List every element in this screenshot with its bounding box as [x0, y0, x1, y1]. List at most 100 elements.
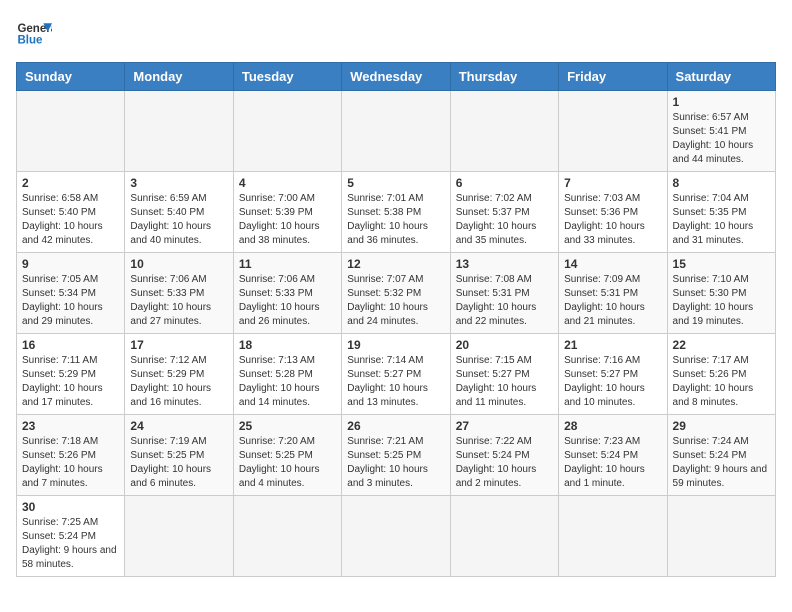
day-info: Sunrise: 7:15 AM Sunset: 5:27 PM Dayligh… — [456, 354, 553, 410]
day-info: Sunrise: 7:23 AM Sunset: 5:24 PM Dayligh… — [564, 435, 661, 491]
day-info: Sunrise: 7:21 AM Sunset: 5:25 PM Dayligh… — [347, 435, 444, 491]
header: General Blue — [16, 16, 776, 52]
day-info: Sunrise: 7:16 AM Sunset: 5:27 PM Dayligh… — [564, 354, 661, 410]
calendar-day-cell: 13Sunrise: 7:08 AM Sunset: 5:31 PM Dayli… — [450, 253, 558, 334]
calendar-day-cell — [450, 91, 558, 172]
day-number: 18 — [239, 338, 336, 352]
calendar-day-cell: 15Sunrise: 7:10 AM Sunset: 5:30 PM Dayli… — [667, 253, 775, 334]
calendar-day-cell: 7 Sunrise: 7:03 AM Sunset: 5:36 PM Daylig… — [559, 172, 667, 253]
day-info: Sunrise: 7:25 AM Sunset: 5:24 PM Dayligh… — [22, 516, 119, 572]
day-info: Sunrise: 7:19 AM Sunset: 5:25 PM Dayligh… — [130, 435, 227, 491]
day-number: 4 — [239, 176, 336, 190]
calendar-day-cell: 8 Sunrise: 7:04 AM Sunset: 5:35 PM Daylig… — [667, 172, 775, 253]
day-number: 21 — [564, 338, 661, 352]
day-info: Sunrise: 7:24 AM Sunset: 5:24 PM Dayligh… — [673, 435, 770, 491]
calendar-day-cell — [125, 496, 233, 577]
calendar-day-cell — [233, 496, 341, 577]
day-number: 28 — [564, 419, 661, 433]
day-info: Sunrise: 7:03 AM Sunset: 5:36 PM Dayligh… — [564, 192, 661, 248]
day-info: Sunrise: 7:06 AM Sunset: 5:33 PM Dayligh… — [130, 273, 227, 329]
calendar-day-cell — [559, 496, 667, 577]
calendar-day-cell: 3 Sunrise: 6:59 AM Sunset: 5:40 PM Daylig… — [125, 172, 233, 253]
day-number: 2 — [22, 176, 119, 190]
day-number: 7 — [564, 176, 661, 190]
day-info: Sunrise: 6:58 AM Sunset: 5:40 PM Dayligh… — [22, 192, 119, 248]
day-info: Sunrise: 7:22 AM Sunset: 5:24 PM Dayligh… — [456, 435, 553, 491]
day-number: 3 — [130, 176, 227, 190]
day-number: 9 — [22, 257, 119, 271]
calendar-day-cell: 19 Sunrise: 7:14 AM Sunset: 5:27 PM Dayli… — [342, 334, 450, 415]
calendar-day-cell — [342, 91, 450, 172]
calendar-day-cell: 29Sunrise: 7:24 AM Sunset: 5:24 PM Dayli… — [667, 415, 775, 496]
day-info: Sunrise: 7:01 AM Sunset: 5:38 PM Dayligh… — [347, 192, 444, 248]
calendar-day-cell: 21 Sunrise: 7:16 AM Sunset: 5:27 PM Dayli… — [559, 334, 667, 415]
calendar-table: SundayMondayTuesdayWednesdayThursdayFrid… — [16, 62, 776, 577]
calendar-day-cell: 2 Sunrise: 6:58 AM Sunset: 5:40 PM Daylig… — [17, 172, 125, 253]
calendar-day-cell: 18 Sunrise: 7:13 AM Sunset: 5:28 PM Dayli… — [233, 334, 341, 415]
calendar-day-cell: 30 Sunrise: 7:25 AM Sunset: 5:24 PM Dayli… — [17, 496, 125, 577]
day-number: 20 — [456, 338, 553, 352]
day-info: Sunrise: 7:20 AM Sunset: 5:25 PM Dayligh… — [239, 435, 336, 491]
calendar-week-row: 1 Sunrise: 6:57 AM Sunset: 5:41 PM Daylig… — [17, 91, 776, 172]
day-number: 19 — [347, 338, 444, 352]
svg-text:Blue: Blue — [17, 34, 43, 46]
day-number: 24 — [130, 419, 227, 433]
day-number: 23 — [22, 419, 119, 433]
day-number: 22 — [673, 338, 770, 352]
day-number: 27 — [456, 419, 553, 433]
day-number: 1 — [673, 95, 770, 109]
calendar-day-cell — [17, 91, 125, 172]
day-number: 5 — [347, 176, 444, 190]
day-number: 11 — [239, 257, 336, 271]
day-info: Sunrise: 6:57 AM Sunset: 5:41 PM Dayligh… — [673, 111, 770, 167]
calendar-week-row: 9 Sunrise: 7:05 AM Sunset: 5:34 PM Daylig… — [17, 253, 776, 334]
column-header-tuesday: Tuesday — [233, 63, 341, 91]
calendar-day-cell: 23Sunrise: 7:18 AM Sunset: 5:26 PM Dayli… — [17, 415, 125, 496]
calendar-week-row: 2 Sunrise: 6:58 AM Sunset: 5:40 PM Daylig… — [17, 172, 776, 253]
calendar-day-cell: 16 Sunrise: 7:11 AM Sunset: 5:29 PM Dayli… — [17, 334, 125, 415]
day-info: Sunrise: 7:10 AM Sunset: 5:30 PM Dayligh… — [673, 273, 770, 329]
calendar-day-cell — [342, 496, 450, 577]
day-info: Sunrise: 7:06 AM Sunset: 5:33 PM Dayligh… — [239, 273, 336, 329]
day-info: Sunrise: 7:00 AM Sunset: 5:39 PM Dayligh… — [239, 192, 336, 248]
day-info: Sunrise: 7:04 AM Sunset: 5:35 PM Dayligh… — [673, 192, 770, 248]
column-header-sunday: Sunday — [17, 63, 125, 91]
day-number: 16 — [22, 338, 119, 352]
day-info: Sunrise: 7:11 AM Sunset: 5:29 PM Dayligh… — [22, 354, 119, 410]
day-number: 8 — [673, 176, 770, 190]
day-number: 17 — [130, 338, 227, 352]
calendar-day-cell: 6 Sunrise: 7:02 AM Sunset: 5:37 PM Daylig… — [450, 172, 558, 253]
calendar-day-cell: 14Sunrise: 7:09 AM Sunset: 5:31 PM Dayli… — [559, 253, 667, 334]
day-info: Sunrise: 7:08 AM Sunset: 5:31 PM Dayligh… — [456, 273, 553, 329]
calendar-day-cell — [667, 496, 775, 577]
calendar-day-cell: 22 Sunrise: 7:17 AM Sunset: 5:26 PM Dayli… — [667, 334, 775, 415]
day-number: 12 — [347, 257, 444, 271]
calendar-week-row: 16 Sunrise: 7:11 AM Sunset: 5:29 PM Dayli… — [17, 334, 776, 415]
day-info: Sunrise: 7:05 AM Sunset: 5:34 PM Dayligh… — [22, 273, 119, 329]
day-number: 6 — [456, 176, 553, 190]
calendar-week-row: 23Sunrise: 7:18 AM Sunset: 5:26 PM Dayli… — [17, 415, 776, 496]
day-number: 10 — [130, 257, 227, 271]
column-header-wednesday: Wednesday — [342, 63, 450, 91]
calendar-day-cell — [450, 496, 558, 577]
calendar-day-cell: 12 Sunrise: 7:07 AM Sunset: 5:32 PM Dayli… — [342, 253, 450, 334]
day-info: Sunrise: 7:09 AM Sunset: 5:31 PM Dayligh… — [564, 273, 661, 329]
day-info: Sunrise: 7:02 AM Sunset: 5:37 PM Dayligh… — [456, 192, 553, 248]
day-info: Sunrise: 7:12 AM Sunset: 5:29 PM Dayligh… — [130, 354, 227, 410]
day-info: Sunrise: 7:14 AM Sunset: 5:27 PM Dayligh… — [347, 354, 444, 410]
day-info: Sunrise: 6:59 AM Sunset: 5:40 PM Dayligh… — [130, 192, 227, 248]
day-info: Sunrise: 7:17 AM Sunset: 5:26 PM Dayligh… — [673, 354, 770, 410]
calendar-day-cell: 9 Sunrise: 7:05 AM Sunset: 5:34 PM Daylig… — [17, 253, 125, 334]
calendar-day-cell: 17 Sunrise: 7:12 AM Sunset: 5:29 PM Dayli… — [125, 334, 233, 415]
day-number: 30 — [22, 500, 119, 514]
calendar-day-cell: 20 Sunrise: 7:15 AM Sunset: 5:27 PM Dayli… — [450, 334, 558, 415]
calendar-day-cell: 10 Sunrise: 7:06 AM Sunset: 5:33 PM Dayli… — [125, 253, 233, 334]
calendar-day-cell: 4 Sunrise: 7:00 AM Sunset: 5:39 PM Daylig… — [233, 172, 341, 253]
calendar-day-cell: 28 Sunrise: 7:23 AM Sunset: 5:24 PM Dayli… — [559, 415, 667, 496]
column-header-friday: Friday — [559, 63, 667, 91]
day-info: Sunrise: 7:13 AM Sunset: 5:28 PM Dayligh… — [239, 354, 336, 410]
day-info: Sunrise: 7:07 AM Sunset: 5:32 PM Dayligh… — [347, 273, 444, 329]
calendar-day-cell: 1 Sunrise: 6:57 AM Sunset: 5:41 PM Daylig… — [667, 91, 775, 172]
calendar-day-cell: 26Sunrise: 7:21 AM Sunset: 5:25 PM Dayli… — [342, 415, 450, 496]
calendar-day-cell — [233, 91, 341, 172]
